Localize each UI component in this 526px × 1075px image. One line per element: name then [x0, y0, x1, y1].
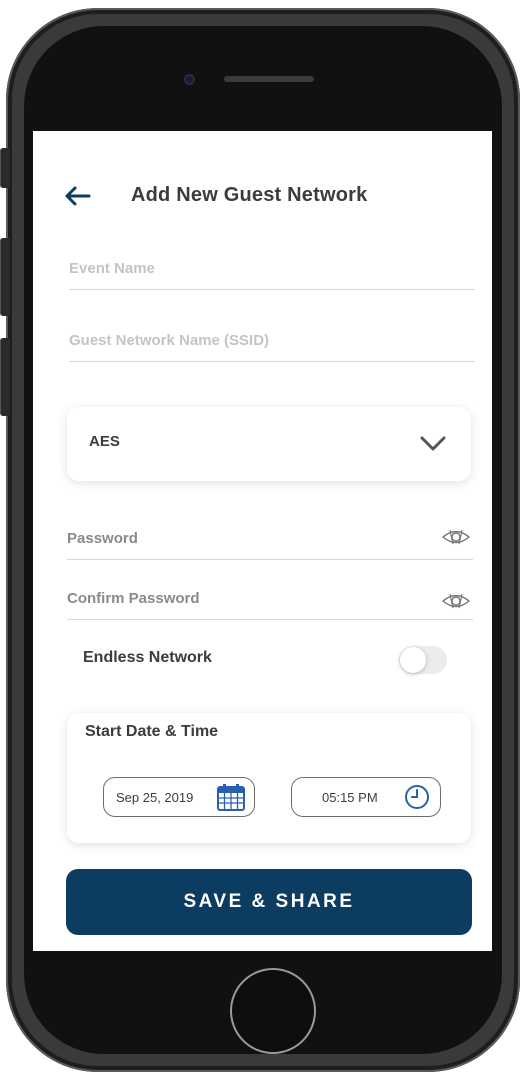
start-date-time-title: Start Date & Time [85, 723, 219, 740]
page-title: Add New Guest Network [131, 184, 368, 206]
calendar-icon [217, 784, 245, 811]
earpiece-speaker [224, 76, 314, 82]
save-share-label: SAVE & SHARE [183, 891, 355, 912]
chevron-down-icon [420, 436, 446, 451]
password-input[interactable] [67, 525, 427, 551]
time-picker[interactable]: 05:15 PM [291, 777, 441, 817]
back-button[interactable] [63, 181, 93, 211]
event-name-input[interactable] [69, 255, 429, 281]
front-camera [184, 74, 195, 85]
event-name-field [69, 255, 475, 290]
confirm-password-field [67, 585, 473, 620]
eye-icon[interactable] [441, 528, 471, 546]
eye-icon[interactable] [441, 592, 471, 610]
volume-down-button [0, 338, 10, 416]
volume-up-button [0, 238, 10, 316]
ssid-field [69, 327, 475, 362]
ssid-input[interactable] [69, 327, 429, 353]
encryption-selected-value: AES [89, 433, 120, 450]
date-picker[interactable]: Sep 25, 2019 [103, 777, 255, 817]
app-screen: Add New Guest Network AES Endless Netw [33, 131, 492, 951]
arrow-left-icon [65, 186, 91, 206]
start-date-time-card: Start Date & Time Sep 25, 2019 05:15 PM [67, 713, 471, 843]
home-button[interactable] [230, 968, 316, 1054]
password-field [67, 525, 473, 560]
time-value: 05:15 PM [322, 790, 378, 805]
confirm-password-input[interactable] [67, 585, 427, 611]
toggle-knob [400, 647, 426, 673]
clock-icon [405, 785, 429, 809]
date-value: Sep 25, 2019 [116, 790, 194, 805]
header: Add New Guest Network [33, 131, 492, 206]
mute-switch [0, 148, 10, 188]
save-share-button[interactable]: SAVE & SHARE [66, 869, 472, 935]
endless-network-label: Endless Network [83, 649, 212, 666]
endless-network-toggle[interactable] [399, 646, 447, 674]
encryption-select[interactable]: AES [67, 407, 471, 481]
